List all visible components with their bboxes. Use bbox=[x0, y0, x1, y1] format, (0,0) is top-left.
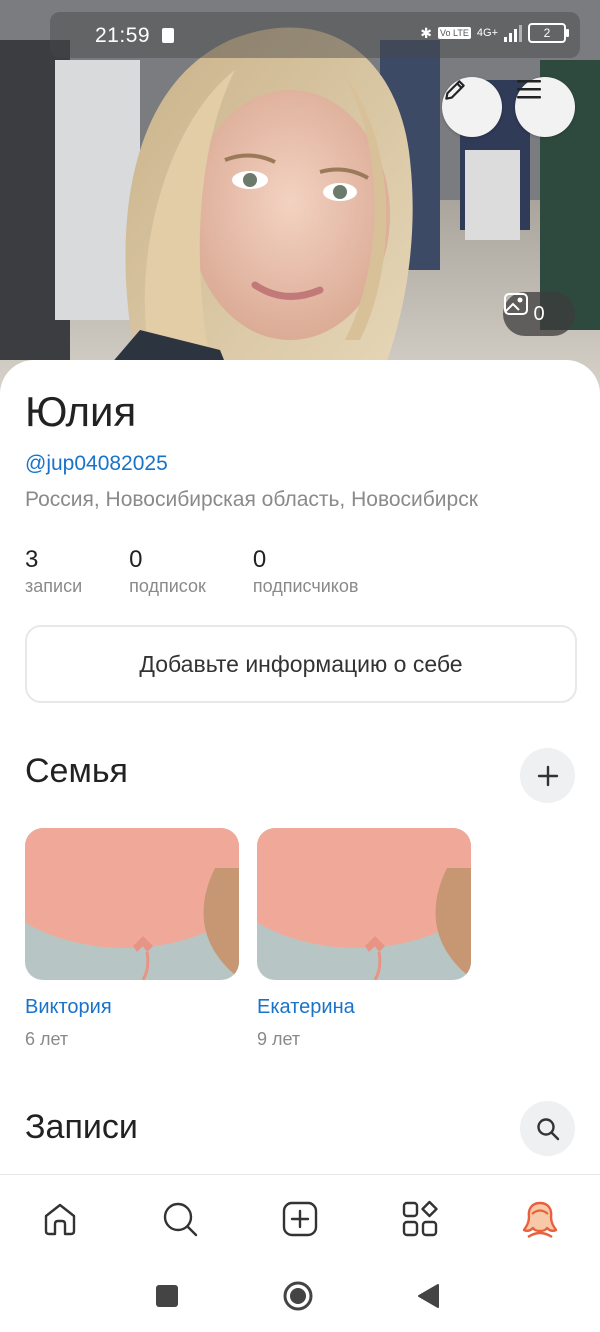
stat-value: 0 bbox=[129, 546, 143, 573]
search-posts-button[interactable] bbox=[520, 1101, 575, 1156]
hamburger-icon bbox=[517, 80, 541, 99]
balloon-image bbox=[257, 828, 471, 980]
stat-following[interactable]: 0 подписок bbox=[129, 546, 206, 597]
signal-icon bbox=[504, 24, 522, 42]
photos-count: 0 bbox=[533, 302, 545, 325]
stat-label: подписчиков bbox=[252, 576, 359, 596]
family-member-photo bbox=[25, 828, 239, 980]
cover-photo[interactable]: 21:59 ✱ Vo LTE 4G+ 2 0 bbox=[0, 0, 600, 400]
stat-value: 0 bbox=[252, 546, 267, 573]
stat-label: записи bbox=[25, 576, 83, 596]
family-member-name: Екатерина bbox=[257, 996, 355, 1018]
profile-card: Юлия @jup04082025 Россия, Новосибирская … bbox=[0, 360, 600, 1174]
circle-icon bbox=[283, 1281, 313, 1311]
battery-icon: 2 bbox=[528, 23, 569, 43]
add-post-icon bbox=[282, 1201, 318, 1237]
status-indicators: ✱ Vo LTE 4G+ 2 bbox=[420, 23, 569, 43]
posts-section-title: Записи bbox=[25, 1108, 138, 1146]
nav-search[interactable] bbox=[150, 1189, 210, 1249]
profile-name: Юлия bbox=[25, 388, 137, 435]
recents-button[interactable] bbox=[155, 1284, 179, 1313]
bluetooth-icon: ✱ bbox=[420, 24, 433, 41]
search-icon bbox=[163, 1202, 198, 1237]
status-bar: 21:59 ✱ Vo LTE 4G+ 2 bbox=[50, 12, 580, 58]
volte-icon: Vo LTE bbox=[438, 27, 471, 39]
bottom-nav bbox=[0, 1174, 600, 1263]
profile-handle[interactable]: @jup04082025 bbox=[25, 452, 168, 476]
stat-label: подписок bbox=[129, 576, 206, 596]
square-icon bbox=[156, 1285, 178, 1307]
image-icon bbox=[504, 293, 528, 315]
system-nav-bar bbox=[0, 1262, 600, 1332]
photos-count-button[interactable]: 0 bbox=[503, 292, 575, 336]
nav-profile[interactable] bbox=[510, 1189, 570, 1249]
back-triangle-icon bbox=[418, 1284, 439, 1308]
network-type: 4G+ bbox=[476, 27, 498, 39]
stat-posts[interactable]: 3 записи bbox=[25, 546, 82, 597]
sim-icon bbox=[162, 28, 174, 43]
add-family-button[interactable] bbox=[520, 748, 575, 803]
menu-button[interactable] bbox=[515, 77, 575, 137]
family-section-title: Семья bbox=[25, 752, 128, 790]
profile-icon bbox=[522, 1201, 558, 1239]
family-member-age: 9 лет bbox=[257, 1029, 301, 1049]
nav-home[interactable] bbox=[30, 1189, 90, 1249]
profile-stats: 3 записи 0 подписок 0 подписчиков bbox=[25, 546, 405, 597]
family-member-name: Виктория bbox=[25, 996, 112, 1018]
home-icon bbox=[44, 1203, 76, 1236]
profile-location: Россия, Новосибирская область, Новосибир… bbox=[25, 488, 478, 511]
back-button[interactable] bbox=[416, 1283, 440, 1314]
home-system-button[interactable] bbox=[282, 1280, 314, 1317]
family-member-photo bbox=[257, 828, 471, 980]
plus-icon bbox=[537, 765, 558, 786]
edit-profile-button[interactable] bbox=[442, 77, 502, 137]
nav-add-post[interactable] bbox=[270, 1189, 330, 1249]
services-icon bbox=[402, 1200, 438, 1237]
family-member-card[interactable]: Екатерина 9 лет bbox=[257, 828, 471, 1050]
stat-followers[interactable]: 0 подписчиков bbox=[253, 546, 359, 597]
status-time: 21:59 bbox=[95, 24, 151, 47]
search-icon bbox=[536, 1117, 559, 1140]
family-member-age: 6 лет bbox=[25, 1029, 69, 1049]
pencil-icon bbox=[445, 80, 465, 100]
nav-services[interactable] bbox=[390, 1189, 450, 1249]
stat-value: 3 bbox=[25, 546, 39, 573]
family-member-card[interactable]: Виктория 6 лет bbox=[25, 828, 239, 1050]
add-about-button[interactable]: Добавьте информацию о себе bbox=[25, 625, 577, 703]
balloon-image bbox=[25, 828, 239, 980]
cover-image bbox=[0, 0, 600, 400]
